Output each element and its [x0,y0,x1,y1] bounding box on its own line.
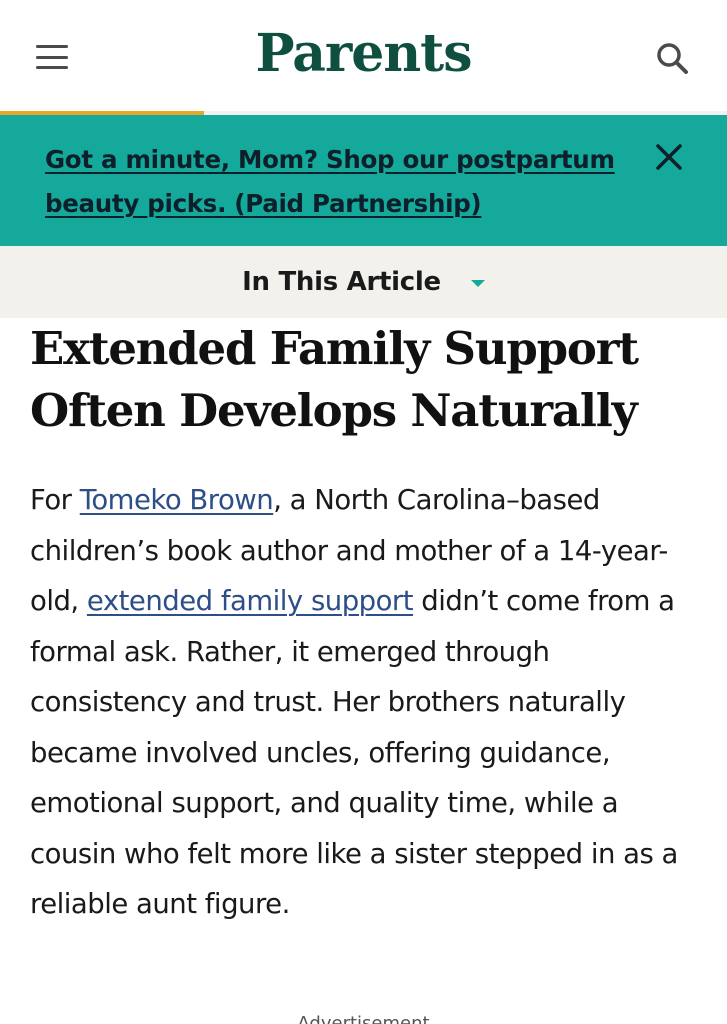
extended-family-support-link[interactable]: extended family support [87,585,414,617]
close-icon[interactable] [650,138,690,178]
search-icon-graphic [657,43,688,74]
page: Parents Got a minute, Mom? Shop our post… [0,0,727,1024]
paragraph-text: didn’t come from a formal ask. Rather, i… [30,585,678,920]
paragraph-text: For [30,484,80,516]
toc-label: In This Article [242,267,441,297]
article-paragraph: For Tomeko Brown, a North Carolina–based… [30,475,710,930]
chevron-down-icon [470,279,485,287]
in-this-article-toggle[interactable]: In This Article [0,246,727,318]
search-icon[interactable] [652,38,692,78]
close-icon-graphic [656,144,682,170]
promo-link[interactable]: Got a minute, Mom? Shop our postpartum b… [45,138,635,226]
site-logo[interactable]: Parents [0,22,727,86]
advertisement-label: Advertisement [297,1013,430,1024]
site-header: Parents [0,0,727,115]
section-heading: Extended Family Support Often Develops N… [30,322,639,437]
tomeko-brown-link[interactable]: Tomeko Brown [80,484,274,516]
